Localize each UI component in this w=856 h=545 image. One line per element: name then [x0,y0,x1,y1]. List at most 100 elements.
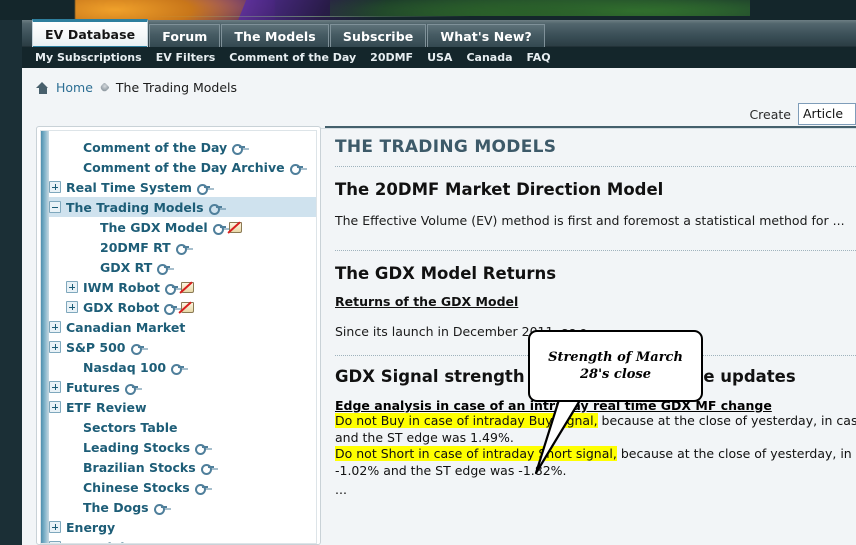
site-banner [0,0,856,20]
key-icon [195,443,209,455]
sidebar-item-label: Nasdaq 100 [83,359,167,375]
sidebar-item-label: Canadian Market [66,319,186,335]
sidebar-item-gdx-robot[interactable]: GDX Robot [49,297,316,317]
tab-the-models[interactable]: The Models [221,24,329,48]
tree-spacer-icon [83,221,95,233]
key-icon [157,263,171,275]
sidebar-item-the-gdx-model[interactable]: The GDX Model [49,217,316,237]
book-restricted-icon [181,281,195,293]
edge-line-3: Do not Short in case of intraday Short s… [335,446,856,463]
subnav-ev-filters[interactable]: EV Filters [156,51,216,64]
section-heading-gdx-signal-strength: GDX Signal strength levels and real time… [335,367,796,386]
sidebar-item-canadian-market[interactable]: Canadian Market [49,317,316,337]
breadcrumb-home-link[interactable]: Home [56,80,93,95]
expand-plus-icon[interactable] [49,381,61,393]
page-body: Home The Trading Models Create Article C… [22,68,856,545]
sidebar-item-energy[interactable]: Energy [49,517,316,537]
key-icon [208,203,222,215]
sidebar-item-label: Energy [66,519,116,535]
sidebar-item-futures[interactable]: Futures [49,377,316,397]
link-returns-of-gdx-model[interactable]: Returns of the GDX Model [335,294,518,309]
sidebar-item-s-p-500[interactable]: S&P 500 [49,337,316,357]
sidebar-item-20dmf-rt[interactable]: 20DMF RT [49,237,316,257]
subnav-20dmf[interactable]: 20DMF [370,51,413,64]
create-type-select[interactable]: Article [798,103,856,125]
sidebar-item-comment-of-the-day-archive[interactable]: Comment of the Day Archive [49,157,316,177]
banner-art-green [330,0,750,16]
tab-label: What's New? [440,29,532,44]
key-icon [124,383,138,395]
breadcrumb-current: The Trading Models [115,80,238,95]
sidebar-item-nasdaq-100[interactable]: Nasdaq 100 [49,357,316,377]
sidebar-item-gdx-rt[interactable]: GDX RT [49,257,316,277]
sidebar-resize-handle[interactable] [41,131,49,543]
collapse-minus-icon[interactable] [49,201,61,213]
primary-tabs: EV Database Forum The Models Subscribe W… [32,19,546,48]
sidebar-item-label: Real Time System [66,179,192,195]
home-icon [36,81,49,94]
sidebar-item-comment-of-the-day[interactable]: Comment of the Day [49,137,316,157]
expand-plus-icon[interactable] [49,321,61,333]
highlight-do-not-buy: Do not Buy in case of intraday Buy signa… [335,413,598,428]
main-content: THE TRADING MODELS The 20DMF Market Dire… [325,126,856,545]
create-label: Create [749,106,791,122]
subnav-usa[interactable]: USA [427,51,452,64]
left-rail [0,20,22,545]
sidebar-item-label: Sectors Table [83,419,178,435]
subnav-comment-of-the-day[interactable]: Comment of the Day [229,51,356,64]
sidebar-item-label: Comment of the Day Archive [83,159,285,175]
tree-spacer-icon [66,141,78,153]
tab-forum[interactable]: Forum [149,24,221,48]
edge-line-3-rest: because at the close of yesterday, in ca… [620,446,856,461]
tree-spacer-icon [66,481,78,493]
sidebar-item-label: 20DMF RT [100,239,171,255]
sidebar-item-brazilian-stocks[interactable]: Brazilian Stocks [49,457,316,477]
edge-line-1: Do not Buy in case of intraday Buy signa… [335,413,856,430]
key-icon [171,363,185,375]
sidebar-item-real-time-system[interactable]: Real Time System [49,177,316,197]
expand-plus-icon[interactable] [66,281,78,293]
expand-plus-icon[interactable] [49,401,61,413]
divider [335,355,856,356]
tree-spacer-icon [66,361,78,373]
tab-subscribe[interactable]: Subscribe [329,24,427,48]
expand-plus-icon[interactable] [49,341,61,353]
edge-ellipsis: ... [335,482,347,497]
tree-spacer-icon [66,501,78,513]
expand-plus-icon[interactable] [49,181,61,193]
key-icon [200,463,214,475]
tab-whats-new[interactable]: What's New? [427,24,545,48]
sidebar-item-label: The Dogs [83,499,149,515]
sidebar-item-chinese-stocks[interactable]: Chinese Stocks [49,477,316,497]
expand-plus-icon[interactable] [49,541,61,543]
sidebar-item-label: The GDX Model [100,219,208,235]
sidebar-item-sectors-table[interactable]: Sectors Table [49,417,316,437]
subnav-faq[interactable]: FAQ [527,51,551,64]
banner-art-line [150,16,470,17]
tab-label: The Models [234,29,316,44]
expand-plus-icon[interactable] [66,301,78,313]
tree-spacer-icon [66,161,78,173]
breadcrumb-separator-icon [99,82,110,93]
edge-line-2: and the ST edge was 1.49%. [335,429,514,445]
key-icon [232,143,246,155]
tab-label: EV Database [45,27,136,42]
tree-spacer-icon [66,461,78,473]
highlight-do-not-short: Do not Short in case of intraday Short s… [335,446,617,461]
tab-ev-database[interactable]: EV Database [32,19,149,48]
subnav-my-subscriptions[interactable]: My Subscriptions [35,51,142,64]
key-icon [289,163,303,175]
sidebar-inner: Comment of the Day Comment of the Day Arc… [40,130,317,544]
sidebar-item-materials[interactable]: Materials [49,537,316,543]
sidebar-item-iwm-robot[interactable]: IWM Robot [49,277,316,297]
sidebar-item-the-trading-models[interactable]: The Trading Models [49,197,316,217]
sidebar-item-etf-review[interactable]: ETF Review [49,397,316,417]
book-restricted-icon [229,221,243,233]
key-icon [164,303,178,315]
sidebar-item-label: Leading Stocks [83,439,191,455]
sidebar-item-the-dogs[interactable]: The Dogs [49,497,316,517]
sidebar-item-leading-stocks[interactable]: Leading Stocks [49,437,316,457]
expand-plus-icon[interactable] [49,521,61,533]
tree-spacer-icon [83,261,95,273]
subnav-canada[interactable]: Canada [466,51,512,64]
